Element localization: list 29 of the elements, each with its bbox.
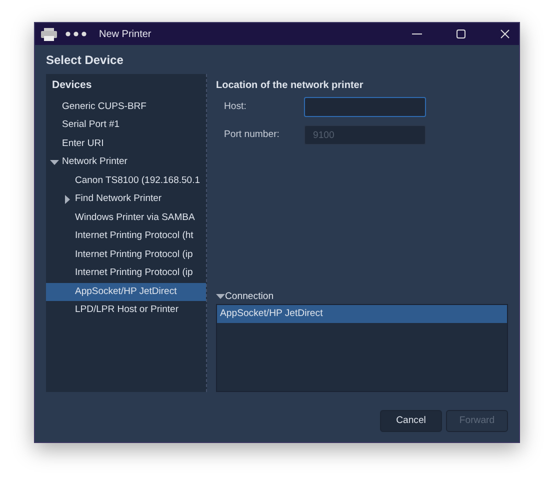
menu-icon[interactable] — [65, 31, 87, 37]
tree-item[interactable]: LPD/LPR Host or Printer — [46, 301, 206, 320]
dialog-heading: Select Device — [46, 53, 124, 67]
section-toggle[interactable]: Connection — [216, 290, 274, 304]
tree-item[interactable]: AppSocket/HP JetDirect — [46, 282, 206, 302]
window-title: New Printer — [99, 28, 152, 42]
tree-item[interactable]: Canon TS8100 (192.168.50.1 — [46, 172, 206, 190]
dialog-button[interactable]: Cancel — [380, 410, 442, 432]
input-field[interactable] — [304, 97, 426, 117]
tree-item[interactable]: Enter URI — [46, 134, 206, 154]
section-title: Location of the network printer — [216, 80, 364, 91]
expander-down-icon[interactable] — [216, 292, 225, 302]
tree-item[interactable]: Generic CUPS-BRF — [46, 98, 206, 116]
tree-item[interactable]: Serial Port #1 — [46, 116, 206, 135]
close-icon — [500, 29, 510, 39]
expander-right-icon[interactable] — [63, 195, 72, 204]
field-label: Host: — [224, 100, 248, 114]
field-label: Port number: — [224, 128, 280, 142]
tree-item[interactable]: Internet Printing Protocol (ip — [46, 246, 206, 264]
tree-item[interactable]: Internet Printing Protocol (ht — [46, 227, 206, 246]
tree-item[interactable]: Network Printer — [46, 153, 206, 172]
tree-item[interactable]: Find Network Printer — [46, 190, 206, 209]
panel-title: Devices — [52, 79, 92, 91]
printer-icon — [41, 28, 57, 40]
expander-down-icon[interactable] — [50, 158, 59, 167]
list-item[interactable]: AppSocket/HP JetDirect — [217, 305, 507, 324]
maximize-icon — [456, 29, 466, 39]
tree-item[interactable]: Windows Printer via SAMBA — [46, 208, 206, 228]
tree-item[interactable]: Internet Printing Protocol (ip — [46, 264, 206, 283]
